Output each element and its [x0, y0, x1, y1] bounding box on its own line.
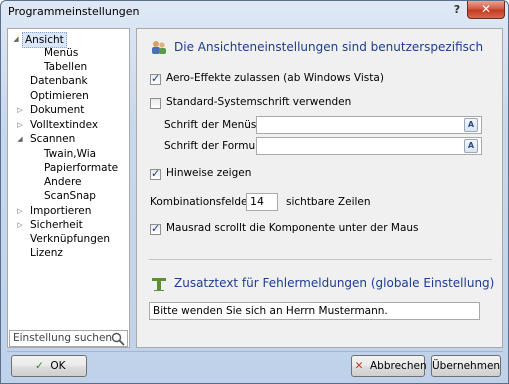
mousewheel-checkbox[interactable]	[150, 222, 161, 235]
system-font-label[interactable]: Standard-Systemschrift verwenden	[166, 96, 351, 108]
settings-search-input[interactable]: Einstellung suchen	[9, 330, 128, 347]
tree-item-verknuepfungen[interactable]: Verknüpfungen	[30, 232, 110, 246]
search-placeholder: Einstellung suchen	[13, 332, 113, 344]
hints-label[interactable]: Hinweise zeigen	[166, 167, 251, 179]
settings-window: Programmeinstellungen ? ✕ ◢ Ansicht Menü…	[0, 0, 509, 384]
tree-item-scansnap[interactable]: ScanSnap	[44, 189, 96, 203]
ok-button[interactable]: ✓ OK	[11, 355, 87, 377]
system-font-checkbox[interactable]	[150, 98, 161, 109]
checkmark-icon: ✓	[35, 360, 44, 372]
collapse-icon[interactable]: ◢	[16, 132, 24, 146]
settings-panel: Die Ansichteneinstellungen sind benutzer…	[136, 28, 503, 348]
settings-tree: ◢ Ansicht Menüs Tabellen Datenbank Optim…	[7, 28, 130, 348]
menu-font-label: Schrift der Menüs	[164, 119, 257, 131]
tree-item-label: Volltextindex	[30, 119, 99, 131]
tree-item-datenbank[interactable]: Datenbank	[30, 74, 88, 88]
cancel-label: Abbrechen	[370, 360, 427, 372]
collapse-icon[interactable]: ◢	[12, 32, 20, 46]
help-icon[interactable]: ?	[450, 2, 464, 18]
aero-checkbox[interactable]	[150, 72, 161, 85]
window-title: Programmeinstellungen	[8, 5, 140, 18]
expand-icon[interactable]: ▷	[16, 103, 24, 117]
tree-item-papierformate[interactable]: Papierformate	[44, 161, 118, 175]
cancel-icon: ✕	[354, 360, 364, 372]
cancel-button[interactable]: ✕ Abbrechen	[351, 355, 427, 377]
tree-item-menues[interactable]: Menüs	[44, 46, 78, 60]
tree-item-andere[interactable]: Andere	[44, 175, 82, 189]
apply-button[interactable]: Übernehmen	[431, 355, 501, 377]
expand-icon[interactable]: ▷	[16, 218, 24, 232]
expand-icon[interactable]: ▷	[16, 204, 24, 218]
combo-suffix: sichtbare Zeilen	[286, 196, 371, 208]
search-icon[interactable]	[111, 332, 125, 346]
hints-checkbox[interactable]	[150, 167, 161, 180]
message-icon	[152, 278, 166, 291]
ok-label: OK	[50, 360, 66, 372]
tree-item-twain-wia[interactable]: Twain,Wia	[44, 147, 96, 161]
tree-item-tabellen[interactable]: Tabellen	[44, 60, 87, 74]
error-text-input[interactable]: Bitte wenden Sie sich an Herrn Musterman…	[149, 302, 480, 320]
expand-icon[interactable]: ▷	[16, 118, 24, 132]
mousewheel-label[interactable]: Mausrad scrollt die Komponente unter der…	[166, 222, 419, 234]
menu-font-field[interactable]	[256, 116, 482, 134]
form-font-field[interactable]	[256, 137, 482, 155]
close-button[interactable]: ✕	[467, 1, 505, 19]
footer-divider	[7, 351, 503, 352]
tree-item-label: Sicherheit	[30, 219, 83, 231]
aero-label[interactable]: Aero-Effekte zulassen (ab Windows Vista)	[166, 72, 384, 84]
tree-item-label: Dokument	[30, 104, 85, 116]
users-icon	[152, 41, 166, 54]
section-divider	[149, 259, 492, 260]
error-text-heading: Zusatztext für Fehlermeldungen (globale …	[174, 276, 495, 290]
title-bar: Programmeinstellungen ? ✕	[1, 1, 508, 23]
view-settings-heading: Die Ansichteneinstellungen sind benutzer…	[174, 40, 484, 54]
tree-item-label: Importieren	[30, 205, 92, 217]
tree-item-optimieren[interactable]: Optimieren	[30, 89, 89, 103]
tree-item-label: Scannen	[30, 133, 76, 145]
combo-rows-input[interactable]: 14	[246, 193, 278, 211]
tree-item-lizenz[interactable]: Lizenz	[30, 246, 63, 260]
font-picker-icon[interactable]: A	[464, 139, 478, 153]
combo-label: Kombinationsfelder	[150, 196, 252, 208]
font-picker-icon[interactable]: A	[464, 118, 478, 132]
